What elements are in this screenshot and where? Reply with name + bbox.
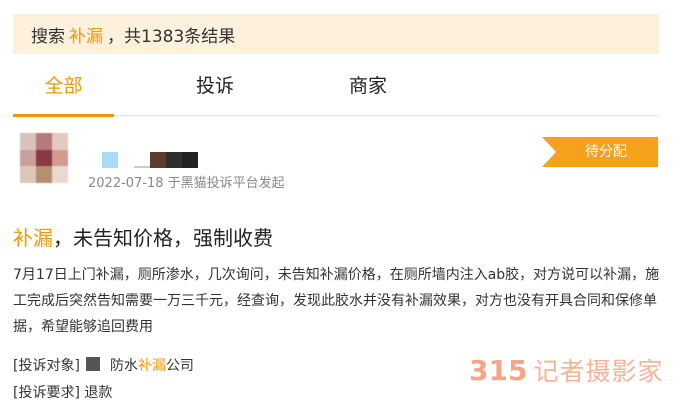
target-label: [投诉对象] xyxy=(13,358,80,374)
status-badge: 待分配 xyxy=(542,137,658,167)
demand-value: 退款 xyxy=(84,385,113,401)
target-keyword[interactable]: 补漏 xyxy=(138,358,166,374)
complaint-meta: 2022-07-18 于黑猫投诉平台发起 xyxy=(88,176,285,191)
search-prefix: 搜索 xyxy=(31,26,65,47)
watermark-logo: 315 记者摄影家 xyxy=(469,352,663,388)
search-result-summary: 搜索 补漏 ，共1383条结果 xyxy=(13,14,659,54)
title-keyword: 补漏 xyxy=(13,226,53,250)
search-keyword: 补漏 xyxy=(69,26,103,47)
watermark-number: 315 xyxy=(469,354,528,387)
complaint-description: 7月17日上门补漏，厕所渗水，几次询问，未告知补漏价格，在厕所墙内注入ab胶，对… xyxy=(13,267,660,335)
demand-label: [投诉要求] xyxy=(13,385,80,401)
complaint-demand: [投诉要求] 退款 xyxy=(13,382,112,402)
active-tab-indicator xyxy=(13,114,114,117)
company-icon xyxy=(85,357,100,371)
avatar[interactable] xyxy=(20,133,68,183)
title-text: ，未告知价格，强制收费 xyxy=(53,226,273,250)
tab-merchants[interactable]: 商家 xyxy=(316,58,420,114)
tab-all[interactable]: 全部 xyxy=(13,58,114,114)
complaint-target: [投诉对象] 防水补漏公司 xyxy=(13,355,194,375)
target-post[interactable]: 公司 xyxy=(166,358,194,374)
search-count: ，共1383条结果 xyxy=(107,26,236,47)
username-pixelated[interactable] xyxy=(86,152,204,168)
target-pre[interactable]: 防水 xyxy=(110,358,138,374)
complaint-title[interactable]: 补漏，未告知价格，强制收费 xyxy=(13,222,273,251)
tab-complaints[interactable]: 投诉 xyxy=(163,58,267,114)
watermark-text: 记者摄影家 xyxy=(533,357,664,386)
result-tabs: 全部 投诉 商家 xyxy=(13,58,659,118)
